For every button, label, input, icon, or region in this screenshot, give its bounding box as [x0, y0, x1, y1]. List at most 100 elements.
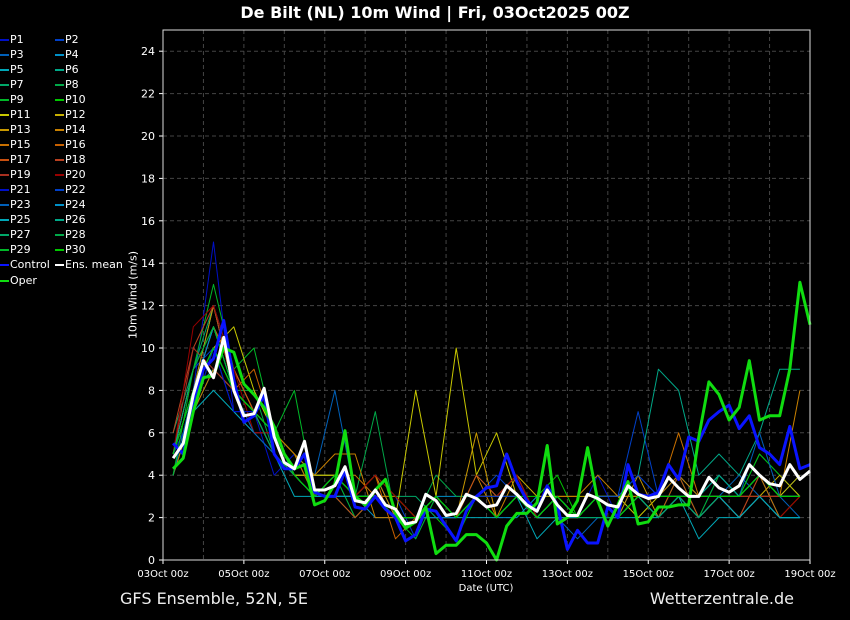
legend-label: P7 — [10, 78, 24, 91]
y-tick-label: 8 — [148, 384, 155, 397]
x-tick-label: 19Oct 00z — [784, 569, 835, 580]
legend-label: P1 — [10, 33, 24, 46]
x-axis-label: Date (UTC) — [458, 583, 514, 594]
x-tick-label: 05Oct 00z — [218, 569, 269, 580]
legend-swatch — [55, 54, 64, 56]
legend-swatch — [0, 204, 9, 206]
legend-label: P20 — [65, 168, 86, 181]
legend-item-p2: P2 — [55, 33, 79, 47]
x-tick-label: 17Oct 00z — [704, 569, 755, 580]
legend-swatch — [55, 204, 64, 206]
legend-label: P30 — [65, 243, 86, 256]
legend-label: P21 — [10, 183, 31, 196]
x-tick-label: 13Oct 00z — [542, 569, 593, 580]
legend-label: P19 — [10, 168, 31, 181]
legend-item-p27: P27 — [0, 228, 31, 242]
legend-swatch — [55, 129, 64, 131]
y-tick-label: 24 — [141, 45, 155, 58]
legend-item-p20: P20 — [55, 168, 86, 182]
legend-label: P26 — [65, 213, 86, 226]
y-tick-label: 16 — [141, 215, 155, 228]
legend-swatch — [0, 219, 9, 221]
legend-item-p19: P19 — [0, 168, 31, 182]
legend-label: P11 — [10, 108, 31, 121]
y-tick-label: 18 — [141, 172, 155, 185]
legend-item-p3: P3 — [0, 48, 24, 62]
legend-label: P8 — [65, 78, 79, 91]
legend-swatch — [0, 54, 9, 56]
legend-swatch — [55, 234, 64, 236]
legend-item-p17: P17 — [0, 153, 31, 167]
legend-item-p10: P10 — [55, 93, 86, 107]
site-credit: Wetterzentrale.de — [649, 589, 794, 608]
legend-swatch — [55, 159, 64, 161]
legend-swatch — [55, 99, 64, 101]
y-tick-label: 6 — [148, 427, 155, 440]
legend-label: P3 — [10, 48, 24, 61]
x-tick-label: 07Oct 00z — [299, 569, 350, 580]
x-tick-label: 03Oct 00z — [137, 569, 188, 580]
legend-item-ens-mean: Ens. mean — [55, 258, 123, 272]
legend-item-p1: P1 — [0, 33, 24, 47]
legend-swatch — [0, 174, 9, 176]
legend-item-p22: P22 — [55, 183, 86, 197]
legend-label: P18 — [65, 153, 86, 166]
legend-label: P10 — [65, 93, 86, 106]
legend-swatch — [55, 249, 64, 251]
legend-swatch — [55, 69, 64, 71]
legend-swatch — [55, 144, 64, 146]
legend-item-p26: P26 — [55, 213, 86, 227]
legend-item-p25: P25 — [0, 213, 31, 227]
legend-label: P16 — [65, 138, 86, 151]
x-tick-label: 11Oct 00z — [461, 569, 512, 580]
y-tick-label: 10 — [141, 342, 155, 355]
legend-label: P22 — [65, 183, 86, 196]
legend-item-p9: P9 — [0, 93, 24, 107]
model-info: GFS Ensemble, 52N, 5E — [120, 589, 308, 608]
legend-label: P13 — [10, 123, 31, 136]
legend-label: Oper — [10, 274, 37, 287]
y-tick-label: 2 — [148, 512, 155, 525]
legend-label: P4 — [65, 48, 79, 61]
legend-label: P27 — [10, 228, 31, 241]
legend-label: P14 — [65, 123, 86, 136]
y-tick-label: 0 — [148, 554, 155, 567]
x-tick-label: 15Oct 00z — [623, 569, 674, 580]
legend-item-p11: P11 — [0, 108, 31, 122]
legend-item-control: Control — [0, 258, 50, 272]
legend-item-p12: P12 — [55, 108, 86, 122]
y-tick-label: 4 — [148, 469, 155, 482]
legend-swatch — [0, 144, 9, 146]
legend-item-p7: P7 — [0, 78, 24, 92]
legend-swatch — [55, 39, 64, 41]
legend-label: P23 — [10, 198, 31, 211]
y-tick-label: 14 — [141, 257, 155, 270]
legend-swatch — [0, 84, 9, 86]
legend-swatch — [0, 234, 9, 236]
y-tick-label: 22 — [141, 88, 155, 101]
legend-swatch — [0, 280, 9, 282]
legend-item-p16: P16 — [55, 138, 86, 152]
legend-swatch — [55, 114, 64, 116]
legend-item-p18: P18 — [55, 153, 86, 167]
legend-item-p28: P28 — [55, 228, 86, 242]
legend-label: P15 — [10, 138, 31, 151]
legend-item-p23: P23 — [0, 198, 31, 212]
legend-swatch — [0, 99, 9, 101]
legend-item-p21: P21 — [0, 183, 31, 197]
legend-swatch — [55, 189, 64, 191]
legend-label: Ens. mean — [65, 258, 123, 271]
legend-label: P25 — [10, 213, 31, 226]
legend-item-p6: P6 — [55, 63, 79, 77]
legend-swatch — [0, 189, 9, 191]
legend-swatch — [0, 39, 9, 41]
legend-item-p15: P15 — [0, 138, 31, 152]
legend-swatch — [0, 159, 9, 161]
y-axis-label: 10m Wind (m/s) — [126, 250, 140, 340]
legend-swatch — [55, 174, 64, 176]
legend-item-oper: Oper — [0, 274, 37, 288]
legend-swatch — [0, 129, 9, 131]
legend-label: P9 — [10, 93, 24, 106]
legend-item-p13: P13 — [0, 123, 31, 137]
legend-item-p30: P30 — [55, 243, 86, 257]
